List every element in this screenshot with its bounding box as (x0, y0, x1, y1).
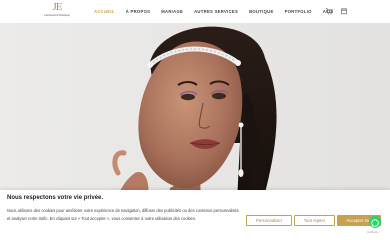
logo-mark: JE (52, 1, 63, 13)
reject-all-button[interactable]: Tout rejeter (294, 215, 335, 226)
whatsapp-icon (371, 219, 379, 228)
nav-item-accueil[interactable]: ACCUEIL (94, 9, 115, 14)
cookie-text: Nous utilisons des cookies pour améliore… (7, 208, 239, 221)
cookie-title: Nous respectons votre vie privée. (7, 195, 104, 201)
nav-item-mariage[interactable]: MARIAGE (161, 9, 183, 14)
whatsapp-button[interactable] (369, 216, 381, 228)
customize-button[interactable]: Personnaliser (246, 215, 292, 226)
nav-item-boutique[interactable]: BOUTIQUE (249, 9, 274, 14)
calendar-icon[interactable] (340, 7, 348, 15)
cookie-banner: Nous respectons votre vie privée. Nous u… (0, 190, 390, 240)
nav-item-autres-services[interactable]: AUTRES SERVICES (194, 9, 238, 14)
header: JE Jamisenda Esthétique ACCUEIL À PROPOS… (0, 0, 390, 24)
nav-item-portfolio[interactable]: PORTFOLIO (285, 9, 312, 14)
site-logo[interactable]: JE Jamisenda Esthétique (40, 1, 74, 18)
main-nav: ACCUEIL À PROPOS MARIAGE AUTRES SERVICES… (94, 0, 344, 23)
logo-text: Jamisenda Esthétique (44, 13, 70, 17)
nav-item-a-propos[interactable]: À PROPOS (126, 9, 151, 14)
cart-icon[interactable] (325, 7, 333, 15)
getbutton-label: GetButton (367, 231, 379, 234)
